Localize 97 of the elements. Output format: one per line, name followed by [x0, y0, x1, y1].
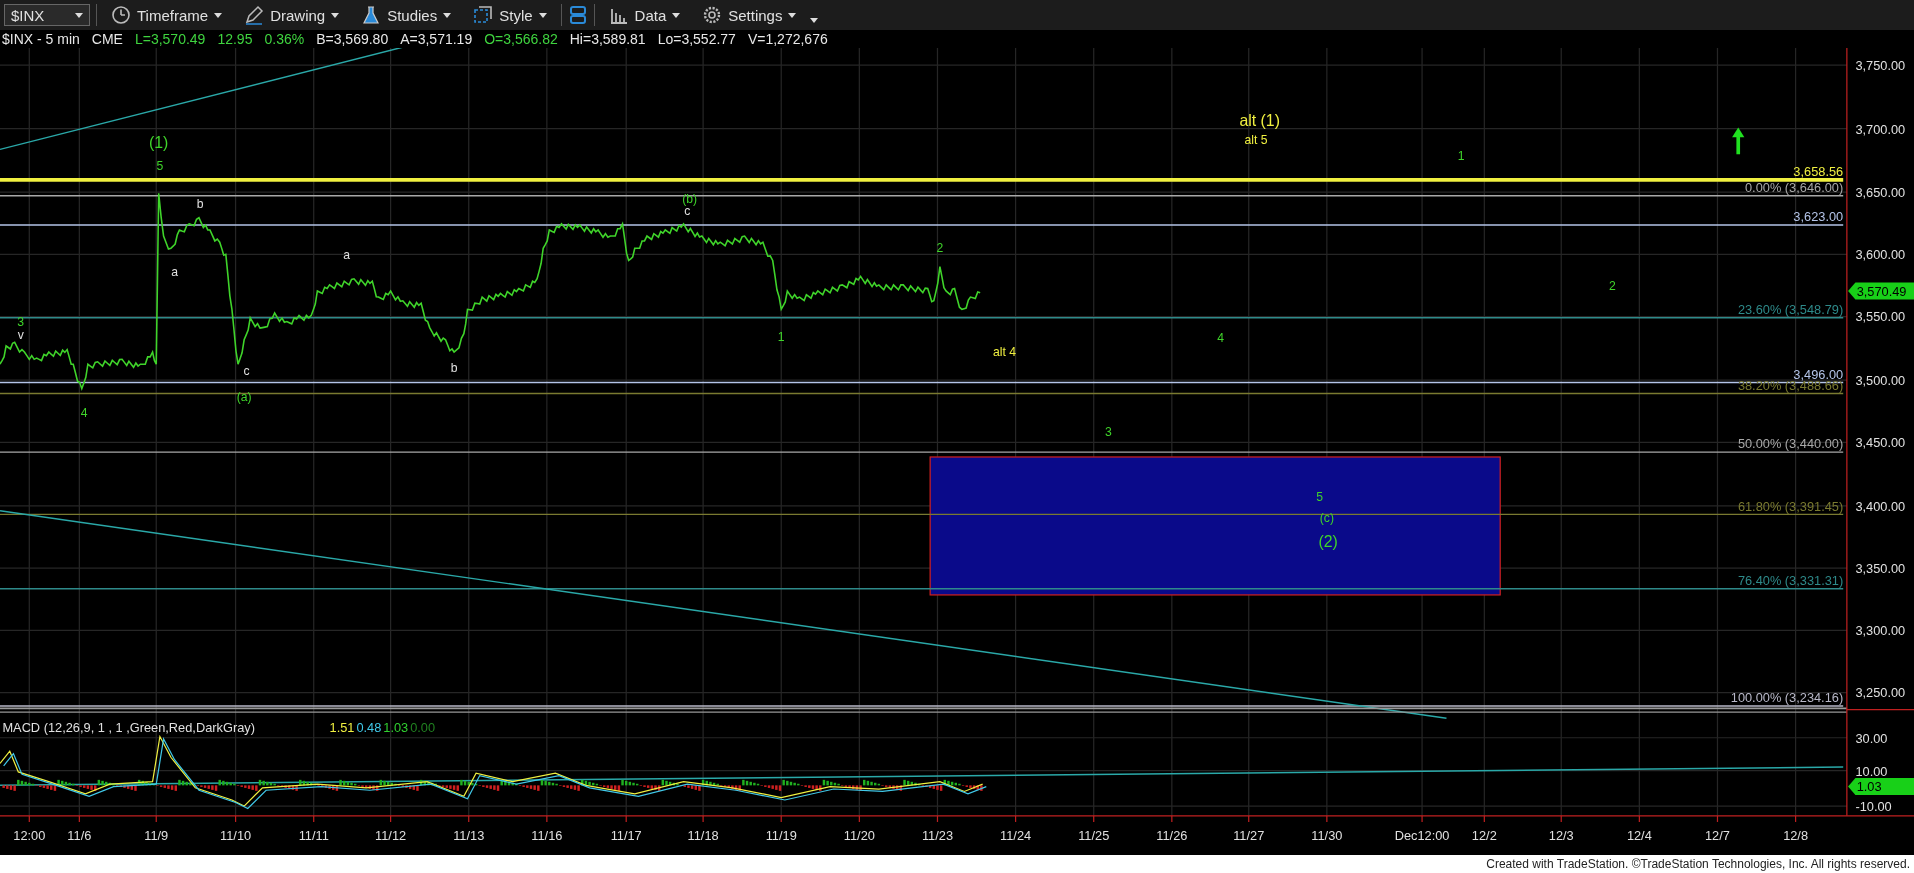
wave-label: 2	[936, 240, 944, 255]
toolbar-menu-button[interactable]: Style	[465, 2, 555, 28]
wave-label: (a)	[236, 389, 252, 404]
time-axis-label: 11/9	[144, 828, 169, 844]
wave-label: 1	[777, 330, 785, 345]
wave-label: (1)	[149, 134, 169, 152]
macd-axis-label: 30.00	[1855, 730, 1888, 746]
time-axis-label: 11/23	[921, 828, 953, 844]
wave-label: 4	[80, 405, 88, 420]
last-price-tag: 3,570.49	[1848, 282, 1914, 300]
time-axis-label: 11/6	[67, 828, 92, 844]
toolbar-menu-button[interactable]: Data	[600, 2, 689, 28]
level-label: 3,623.00	[1793, 209, 1844, 225]
price-axis-label: 3,350.00	[1855, 560, 1906, 576]
wave-label: 5	[1316, 489, 1323, 504]
level-label: 100.00% (3,234.16)	[1730, 690, 1844, 706]
wave-label: a	[343, 248, 351, 263]
price-axis-label: 3,400.00	[1855, 498, 1906, 514]
wave-label: alt 5	[1244, 133, 1268, 148]
wave-label: (b)	[682, 192, 698, 207]
time-axis-label: 11/13	[453, 828, 485, 844]
time-axis-label: 11/30	[1311, 828, 1343, 844]
high-price: Hi=3,589.81	[569, 31, 646, 47]
open-price: O=3,566.82	[484, 31, 558, 47]
exchange-label: CME	[91, 31, 123, 47]
volume-label: V=1,272,676	[747, 31, 828, 47]
wave-label: (2)	[1318, 533, 1338, 551]
macd-axis-label: 10.00	[1855, 763, 1888, 779]
wave-label: 3	[1104, 425, 1112, 440]
macd-title: MACD (12,26,9, 1 , 1 ,Green,Red,DarkGray)	[2, 719, 255, 735]
wave-label: 3	[17, 315, 25, 330]
time-axis-label: 11/12	[375, 828, 407, 844]
time-axis-label: 11/20	[843, 828, 875, 844]
level-label: 0.00% (3,646.00)	[1745, 180, 1844, 196]
wave-label: b	[196, 197, 204, 211]
time-axis-label: 12/3	[1548, 828, 1574, 844]
last-price: L=3,570.49	[134, 31, 206, 47]
wave-label: 4	[1217, 331, 1225, 346]
macd-value-tag: 1.03	[1848, 778, 1914, 796]
symbol-label: $INX - 5 min	[2, 31, 80, 47]
wave-label: 5	[156, 159, 164, 174]
time-axis-label: 12:00	[13, 828, 46, 844]
price-axis-label: 3,550.00	[1855, 309, 1906, 325]
price-axis-label: 3,700.00	[1855, 121, 1906, 137]
wave-label: 2	[1609, 278, 1616, 293]
price-axis-label: 3,750.00	[1855, 58, 1906, 74]
wave-label: c	[243, 364, 250, 379]
time-axis-label: 11/19	[765, 828, 797, 844]
time-axis-label: 11/26	[1156, 828, 1188, 844]
time-axis-label: 12/7	[1705, 828, 1730, 844]
footer-credit: Created with TradeStation. ©TradeStation Technologies, Inc. All rights reserved.	[1486, 857, 1910, 871]
macd-axis-label: -10.00	[1855, 799, 1892, 814]
wave-label: a	[171, 265, 178, 280]
price-axis-label: 3,300.00	[1855, 623, 1906, 639]
toolbar-menu-button[interactable]: Studies	[353, 2, 460, 28]
toolbar-menu-button[interactable]: Timeframe	[103, 2, 231, 28]
toolbar-menu-button[interactable]: Settings	[694, 2, 805, 28]
macd-value: 1.03	[383, 719, 409, 735]
macd-value: 0.48	[356, 719, 382, 735]
time-axis-label: 11/11	[298, 828, 329, 844]
time-axis-label: Dec12:00	[1394, 828, 1450, 844]
net-change: 12.95	[217, 31, 253, 47]
time-axis-label: 12/2	[1471, 828, 1497, 844]
macd-value: 0.00	[410, 719, 436, 735]
wave-label: (c)	[1319, 510, 1334, 525]
macd-value: 1.51	[329, 719, 355, 735]
wave-label: alt 4	[993, 344, 1017, 359]
bid-price: B=3,569.80	[316, 31, 389, 47]
level-label: 50.00% (3,440.00)	[1737, 436, 1844, 452]
price-axis-label: 3,600.00	[1855, 247, 1906, 263]
price-axis-label: 3,500.00	[1855, 372, 1906, 388]
ask-price: A=3,571.19	[400, 31, 473, 47]
level-label: 3,658.56	[1793, 164, 1844, 180]
wave-label: 1	[1457, 149, 1465, 164]
wave-label: alt (1)	[1239, 112, 1280, 130]
symbol-dropdown[interactable]: $INX	[4, 4, 90, 26]
wave-label: c	[684, 204, 691, 219]
level-label: 61.80% (3,391.45)	[1737, 498, 1844, 514]
wave-label: v	[17, 327, 24, 342]
time-axis-label: 12/4	[1626, 828, 1652, 844]
time-axis-label: 11/24	[1000, 828, 1032, 844]
level-label: 76.40% (3,331.31)	[1737, 573, 1844, 589]
wave-label: b	[450, 360, 458, 375]
time-axis-label: 11/25	[1078, 828, 1110, 844]
low-price: Lo=3,552.77	[657, 31, 736, 47]
time-axis-label: 12/8	[1783, 828, 1809, 844]
toolbar-menu-button[interactable]: Drawing	[236, 2, 348, 28]
time-axis-label: 11/17	[610, 828, 642, 844]
price-axis-label: 3,650.00	[1855, 185, 1906, 200]
time-axis-label: 11/27	[1233, 828, 1265, 844]
time-axis-label: 11/18	[687, 828, 719, 844]
price-axis-label: 3,450.00	[1855, 435, 1906, 451]
level-label: 23.60% (3,548.79)	[1737, 302, 1844, 318]
price-axis-label: 3,250.00	[1855, 685, 1906, 701]
percent-change: 0.36%	[264, 31, 305, 47]
time-axis-label: 11/10	[220, 828, 252, 844]
time-axis-label: 11/16	[531, 828, 563, 844]
